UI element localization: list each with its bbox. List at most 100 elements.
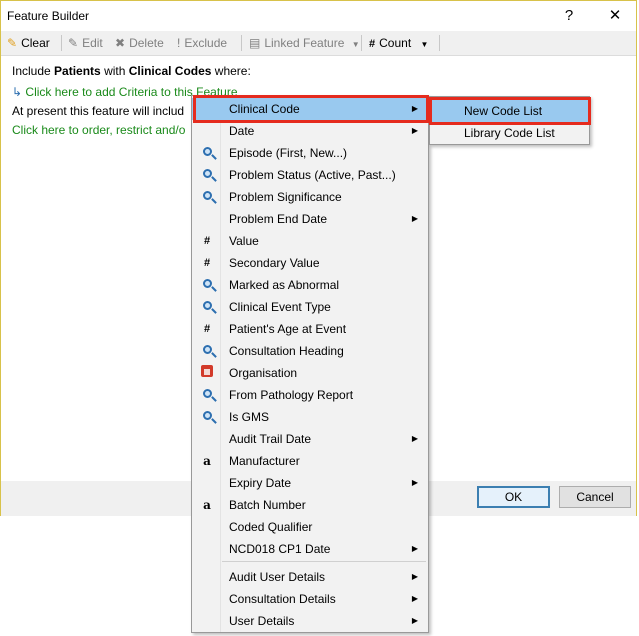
submenu-arrow-icon: ▶ [411, 544, 418, 553]
add-criteria-icon: ↳ [12, 85, 23, 99]
count-label: Count [379, 36, 412, 50]
magnifier-icon [199, 189, 215, 205]
clinical-codes-label: Clinical Codes [128, 64, 212, 78]
magnifier-icon [199, 409, 215, 425]
submenu-item-label: Library Code List [464, 126, 555, 140]
edit-label: Edit [82, 36, 103, 50]
menu-item-label: Organisation [229, 366, 298, 380]
count-button[interactable]: # Count ▼ [369, 31, 428, 55]
submenu-arrow-icon: ▶ [411, 478, 418, 487]
toolbar-divider [61, 35, 62, 51]
patients-label: Patients [54, 64, 101, 78]
exclude-button[interactable]: ! Exclude [177, 31, 227, 55]
linked-feature-button[interactable]: ▤ Linked Feature ▼ [249, 31, 360, 55]
menu-item-batch-number[interactable]: a Batch Number [192, 494, 428, 516]
clinical-code-callout [193, 95, 429, 123]
menu-item-label: From Pathology Report [229, 388, 354, 402]
menu-item-expiry-date[interactable]: Expiry Date ▶ [192, 472, 428, 494]
menu-item-label: Problem Status (Active, Past...) [229, 168, 396, 182]
menu-item-consultation-details[interactable]: Consultation Details ▶ [192, 588, 428, 610]
menu-item-label: Problem End Date [229, 212, 328, 226]
menu-item-label: Coded Qualifier [229, 520, 313, 534]
exclamation-icon: ! [177, 36, 181, 50]
menu-item-organisation[interactable]: Organisation [192, 362, 428, 384]
hash-icon: # [369, 38, 376, 50]
present-text: At present this feature will includ [12, 104, 185, 118]
magnifier-icon [199, 167, 215, 183]
menu-item-label: Secondary Value [229, 256, 320, 270]
new-code-list-callout [429, 97, 591, 125]
menu-item-episode-first-new[interactable]: Episode (First, New...) [192, 142, 428, 164]
menu-item-secondary-value[interactable]: # Secondary Value [192, 252, 428, 274]
menu-item-audit-trail-date[interactable]: Audit Trail Date ▶ [192, 428, 428, 450]
menu-item-from-pathology-report[interactable]: From Pathology Report [192, 384, 428, 406]
magnifier-icon [199, 387, 215, 403]
toolbar: ✎ Clear ✎ Edit ✖ Delete ! Exclude ▤ Linked Fe… [1, 31, 636, 56]
submenu-item-library-code-list[interactable]: Library Code List [430, 122, 589, 144]
ok-button[interactable]: OK [477, 486, 550, 508]
submenu-arrow-icon: ▶ [411, 616, 418, 625]
menu-item-label: Expiry Date [229, 476, 292, 490]
menu-item-label: Clinical Event Type [229, 300, 331, 314]
menu-item-label: Date [229, 124, 255, 138]
cancel-button[interactable]: Cancel [559, 486, 631, 508]
edit-button[interactable]: ✎ Edit [68, 31, 103, 55]
submenu-arrow-icon: ▶ [411, 126, 418, 135]
window-title: Feature Builder [7, 9, 90, 23]
order-restrict-link[interactable]: Click here to order, restrict and/o [12, 123, 185, 137]
menu-item-label: Consultation Heading [229, 344, 344, 358]
menu-item-label: Problem Significance [229, 190, 342, 204]
linked-feature-label: Linked Feature [264, 36, 345, 50]
menu-item-problem-status-active-past[interactable]: Problem Status (Active, Past...) [192, 164, 428, 186]
submenu-arrow-icon: ▶ [411, 214, 418, 223]
menu-item-is-gms[interactable]: Is GMS [192, 406, 428, 428]
delete-label: Delete [129, 36, 164, 50]
clear-button[interactable]: ✎ Clear [7, 31, 50, 55]
pencil-icon: ✎ [68, 36, 79, 50]
magnifier-icon [199, 277, 215, 293]
menu-item-label: Patient's Age at Event [229, 322, 347, 336]
clear-label: Clear [21, 36, 50, 50]
include-sentence: Include Patients with Clinical Codes whe… [12, 64, 251, 78]
submenu-arrow-icon: ▶ [411, 572, 418, 581]
title-bar: Feature Builder ? ✕ [1, 1, 636, 31]
delete-button[interactable]: ✖ Delete [115, 31, 164, 55]
menu-item-manufacturer[interactable]: a Manufacturer [192, 450, 428, 472]
chevron-down-icon: ▼ [420, 40, 429, 49]
where-label: where: [214, 64, 251, 78]
menu-item-user-details[interactable]: User Details ▶ [192, 610, 428, 632]
menu-item-label: Audit User Details [229, 570, 326, 584]
exclude-label: Exclude [184, 36, 228, 50]
toolbar-divider [439, 35, 440, 51]
include-prefix: Include [12, 64, 51, 78]
magnifier-icon [199, 145, 215, 161]
menu-item-marked-as-abnormal[interactable]: Marked as Abnormal [192, 274, 428, 296]
menu-item-coded-qualifier[interactable]: Coded Qualifier [192, 516, 428, 538]
with-label: with [104, 64, 126, 78]
delete-icon: ✖ [115, 36, 126, 50]
menu-item-date[interactable]: Date ▶ [192, 120, 428, 142]
help-button[interactable]: ? [555, 5, 583, 27]
menu-item-label: User Details [229, 614, 295, 628]
menu-item-label: Value [229, 234, 259, 248]
hash-icon: # [203, 323, 211, 335]
organisation-icon [199, 365, 215, 381]
menu-item-problem-significance[interactable]: Problem Significance [192, 186, 428, 208]
menu-item-label: Audit Trail Date [229, 432, 312, 446]
toolbar-divider [361, 35, 362, 51]
menu-separator [222, 561, 426, 562]
menu-item-label: Episode (First, New...) [229, 146, 348, 160]
menu-item-label: Consultation Details [229, 592, 336, 606]
menu-item-consultation-heading[interactable]: Consultation Heading [192, 340, 428, 362]
menu-item-problem-end-date[interactable]: Problem End Date ▶ [192, 208, 428, 230]
menu-item-audit-user-details[interactable]: Audit User Details ▶ [192, 566, 428, 588]
eraser-icon: ✎ [7, 36, 18, 50]
menu-item-patient-s-age-at-event[interactable]: # Patient's Age at Event [192, 318, 428, 340]
close-button[interactable]: ✕ [601, 5, 629, 27]
menu-item-label: Is GMS [229, 410, 270, 424]
menu-item-ncd018-cp1-date[interactable]: NCD018 CP1 Date ▶ [192, 538, 428, 560]
chevron-down-icon: ▼ [351, 40, 360, 49]
menu-item-value[interactable]: # Value [192, 230, 428, 252]
submenu-arrow-icon: ▶ [411, 434, 418, 443]
menu-item-clinical-event-type[interactable]: Clinical Event Type [192, 296, 428, 318]
